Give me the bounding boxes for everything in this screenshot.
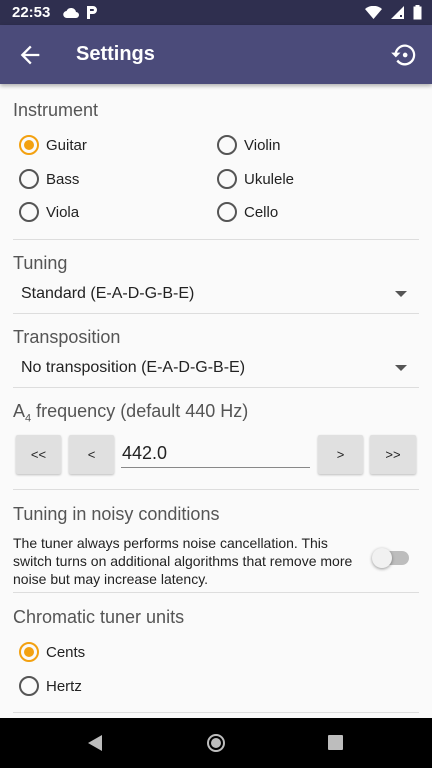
- radio-unchecked-icon: [19, 169, 39, 189]
- navigation-bar: [0, 718, 432, 768]
- radio-label: Cello: [244, 203, 279, 221]
- transposition-dropdown[interactable]: No transposition (E-A-D-G-B-E): [21, 359, 407, 377]
- radio-unchecked-icon: [19, 676, 39, 696]
- frequency-title-note: A: [13, 401, 26, 421]
- radio-label: Cents: [46, 643, 86, 661]
- radio-unchecked-icon: [217, 202, 237, 222]
- divider: [13, 387, 419, 388]
- tuning-title: Tuning: [13, 253, 68, 273]
- radio-unchecked-icon: [19, 202, 39, 222]
- nav-home-icon[interactable]: [205, 732, 227, 754]
- dropdown-arrow-icon: [395, 291, 407, 297]
- radio-label: Ukulele: [244, 170, 295, 188]
- signal-icon: [391, 6, 404, 19]
- instrument-title: Instrument: [13, 100, 99, 120]
- noise-description: The tuner always performs noise cancella…: [13, 535, 353, 587]
- nav-back-icon[interactable]: [86, 734, 104, 752]
- transposition-value: No transposition (E-A-D-G-B-E): [21, 359, 246, 376]
- radio-cello[interactable]: Cello: [217, 202, 278, 222]
- frequency-fast-up-button[interactable]: >>: [370, 435, 416, 474]
- tuning-value: Standard (E-A-D-G-B-E): [21, 285, 195, 302]
- status-time: 22:53: [12, 4, 51, 21]
- radio-violin[interactable]: Violin: [217, 135, 280, 155]
- radio-unchecked-icon: [217, 169, 237, 189]
- radio-ukulele[interactable]: Ukulele: [217, 169, 294, 189]
- divider: [13, 239, 419, 240]
- chromatic-units-title: Chromatic tuner units: [13, 607, 185, 627]
- divider: [13, 313, 419, 314]
- settings-list[interactable]: Instrument Guitar Violin Bass Ukulele Vi…: [0, 84, 432, 718]
- status-bar: 22:53: [0, 0, 432, 25]
- nav-recents-icon[interactable]: [327, 734, 344, 751]
- tuning-dropdown[interactable]: Standard (E-A-D-G-B-E): [21, 285, 407, 303]
- parking-icon: [87, 6, 97, 19]
- app-bar: Settings: [0, 25, 432, 84]
- radio-label: Bass: [46, 170, 80, 188]
- switch-thumb: [372, 548, 392, 568]
- radio-label: Viola: [46, 203, 80, 221]
- frequency-title-text: frequency (default 440 Hz): [31, 401, 249, 421]
- radio-unchecked-icon: [217, 135, 237, 155]
- noise-switch[interactable]: [372, 548, 409, 568]
- divider: [13, 712, 419, 713]
- radio-checked-icon: [19, 135, 39, 155]
- frequency-input[interactable]: [121, 440, 310, 468]
- radio-label: Hertz: [46, 677, 82, 695]
- dropdown-arrow-icon: [395, 365, 407, 371]
- radio-guitar[interactable]: Guitar: [19, 135, 87, 155]
- radio-viola[interactable]: Viola: [19, 202, 79, 222]
- frequency-fast-down-button[interactable]: <<: [16, 435, 61, 474]
- radio-hertz[interactable]: Hertz: [19, 676, 82, 696]
- transposition-title: Transposition: [13, 327, 121, 347]
- frequency-title: A4 frequency (default 440 Hz): [13, 401, 248, 425]
- restore-icon[interactable]: [390, 41, 418, 69]
- radio-label: Guitar: [46, 136, 87, 154]
- cloud-icon: [63, 7, 79, 18]
- wifi-icon: [365, 5, 382, 19]
- frequency-up-button[interactable]: >: [318, 435, 363, 474]
- radio-label: Violin: [244, 136, 281, 154]
- back-arrow-icon[interactable]: [16, 41, 44, 69]
- noise-title: Tuning in noisy conditions: [13, 504, 220, 524]
- frequency-down-button[interactable]: <: [69, 435, 114, 474]
- page-title: Settings: [76, 43, 155, 65]
- radio-cents[interactable]: Cents: [19, 642, 85, 662]
- radio-checked-icon: [19, 642, 39, 662]
- radio-bass[interactable]: Bass: [19, 169, 79, 189]
- divider: [13, 592, 419, 593]
- battery-icon: [413, 5, 422, 20]
- divider: [13, 489, 419, 490]
